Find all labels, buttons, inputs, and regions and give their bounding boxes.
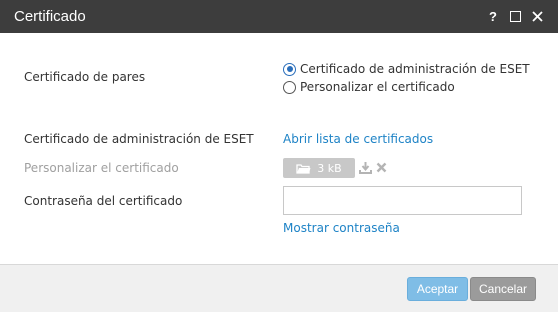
dialog-content: Certificado de pares Certificado de admi… [0,33,558,264]
radio-eset-certificate[interactable]: Certificado de administración de ESET [283,62,530,76]
eset-certificate-label: Certificado de administración de ESET [24,132,254,146]
certificate-file-button[interactable]: 3 kB [283,158,355,178]
peer-certificate-label: Certificado de pares [24,70,146,84]
close-icon [531,10,543,22]
maximize-button[interactable] [508,9,522,23]
custom-certificate-label: Personalizar el certificado [24,161,179,175]
folder-icon [296,163,311,174]
radio-custom-certificate-label: Personalizar el certificado [300,80,455,94]
open-certificate-list-link[interactable]: Abrir lista de certificados [283,132,433,146]
file-size-label: 3 kB [317,161,342,175]
radio-custom-certificate[interactable]: Personalizar el certificado [283,80,455,94]
help-icon[interactable]: ? [486,9,500,24]
radio-unchecked-icon [283,80,296,94]
maximize-icon [509,10,521,22]
show-password-link[interactable]: Mostrar contraseña [283,221,400,235]
certificate-password-input[interactable] [283,186,522,215]
radio-eset-certificate-label: Certificado de administración de ESET [300,62,530,76]
title-bar: Certificado ? [0,0,558,33]
dialog-footer: Aceptar Cancelar [0,264,558,312]
remove-icon[interactable] [374,160,388,174]
close-button[interactable] [530,9,544,23]
certificate-password-label: Contraseña del certificado [24,194,183,208]
accept-button[interactable]: Aceptar [407,277,468,301]
radio-checked-icon [283,62,296,76]
cancel-button[interactable]: Cancelar [470,277,536,301]
window-title: Certificado [14,8,86,25]
download-icon[interactable] [358,160,372,174]
title-bar-controls: ? [486,9,544,24]
